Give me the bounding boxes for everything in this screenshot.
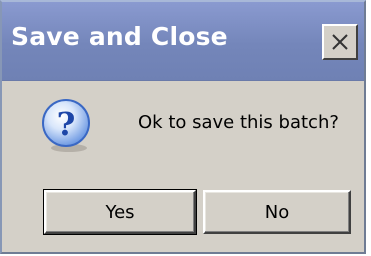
close-button[interactable] [322,24,358,60]
no-button[interactable]: No [203,190,351,234]
close-icon [332,34,348,50]
question-icon: ? [42,99,90,152]
title-bar[interactable]: Save and Close [2,2,364,81]
confirmation-message: Ok to save this batch? [138,112,339,133]
save-and-close-dialog: Save and Close ? Ok to save this batch? … [0,0,366,254]
dialog-title: Save and Close [11,22,228,51]
yes-button[interactable]: Yes [43,189,197,235]
svg-text:?: ? [57,105,76,143]
